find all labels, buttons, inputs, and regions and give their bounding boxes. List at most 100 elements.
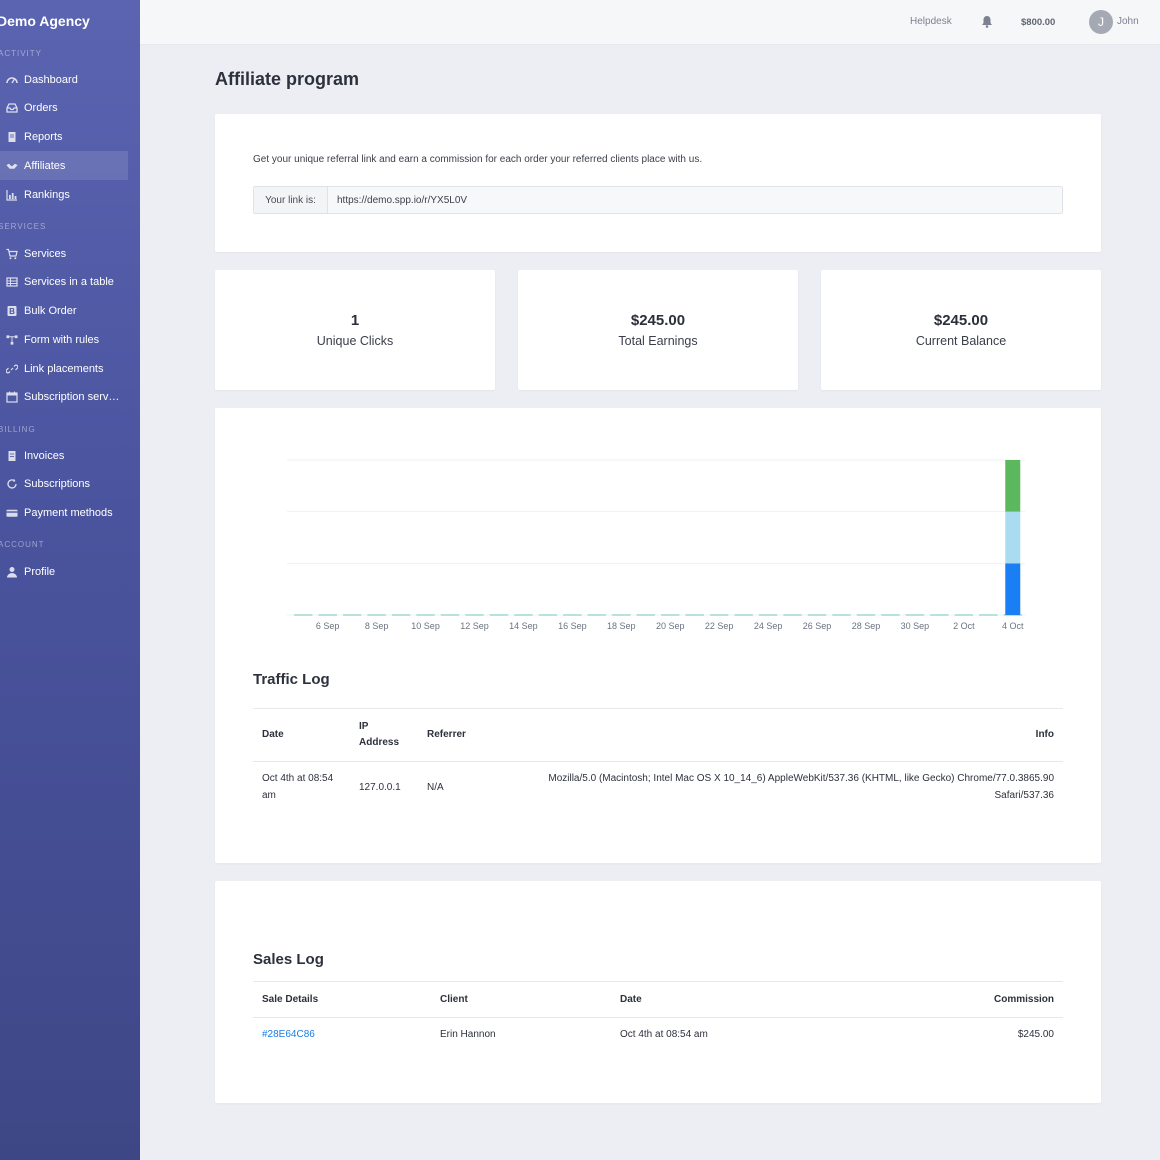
account-balance[interactable]: $800.00 xyxy=(1021,17,1055,28)
affiliate-chart: 6 Sep 8 Sep 10 Sep 12 Sep 14 Sep 16 Sep 18 Sep… xyxy=(287,459,1025,631)
chart-tick-label: 12 Sep xyxy=(460,621,489,631)
handshake-icon xyxy=(6,160,18,172)
sidebar-item-affiliates[interactable]: Affiliates xyxy=(0,151,128,180)
chart-tick-label: 28 Sep xyxy=(852,621,881,631)
helpdesk-link[interactable]: Helpdesk xyxy=(910,16,952,27)
col-client: Client xyxy=(440,993,468,1005)
flow-icon xyxy=(6,334,18,346)
col-ip-line2: Address xyxy=(359,736,400,748)
stat-label: Current Balance xyxy=(915,334,1007,348)
chart-tick-label: 26 Sep xyxy=(803,621,832,631)
sales-header-row: Sale Details Client Date Commission xyxy=(253,982,1063,1017)
traffic-table: Date IP Address Referrer Info Oct 4th at… xyxy=(253,709,1063,813)
referral-link-group: Your link is: xyxy=(253,186,1063,214)
sidebar-item-label: Payment methods xyxy=(24,506,113,519)
traffic-info: Mozilla/5.0 (Macintosh; Intel Mac OS X 1… xyxy=(497,761,1063,813)
traffic-ip: 127.0.0.1 xyxy=(359,781,401,793)
chart-tick-label: 14 Sep xyxy=(509,621,538,631)
chart-bar xyxy=(1005,511,1021,564)
chart-tick-label: 30 Sep xyxy=(901,621,930,631)
referral-link-label: Your link is: xyxy=(254,187,328,213)
col-info: Info xyxy=(1035,729,1054,741)
sidebar-item-label: Affiliates xyxy=(24,159,66,172)
stat-card-total-earnings: $245.00 Total Earnings xyxy=(518,270,798,390)
inbox-icon xyxy=(6,102,18,114)
chart-bar xyxy=(1005,460,1021,512)
chart-tick-label: 20 Sep xyxy=(656,621,685,631)
sidebar-item-label: Link placements xyxy=(24,362,104,375)
sidebar-item-label: Reports xyxy=(24,130,63,143)
stat-label: Unique Clicks xyxy=(316,334,394,348)
stat-value: 1 xyxy=(350,312,360,329)
sidebar-item-label: Form with rules xyxy=(24,333,100,346)
traffic-date: Oct 4th at 08:54 am xyxy=(253,761,359,813)
sidebar-item-profile[interactable]: Profile xyxy=(0,557,128,586)
sidebar-item-services[interactable]: Services xyxy=(0,239,128,268)
sale-id-link[interactable]: #28E64C86 xyxy=(262,1029,315,1040)
refresh-icon xyxy=(6,478,18,490)
sidebar-item-label: Subscription serv… xyxy=(24,390,120,403)
sales-table: Sale Details Client Date Commission #28E… xyxy=(253,982,1063,1052)
col-commission: Commission xyxy=(993,993,1054,1005)
col-sale-details: Sale Details xyxy=(262,993,319,1005)
referral-card: Get your unique referral link and earn a… xyxy=(215,114,1101,252)
svg-text:B: B xyxy=(9,307,15,316)
sidebar-item-services-table[interactable]: Services in a table xyxy=(0,267,128,296)
sidebar-item-form-rules[interactable]: Form with rules xyxy=(0,325,128,354)
sidebar-item-payment-methods[interactable]: Payment methods xyxy=(0,498,128,527)
sidebar-item-orders[interactable]: Orders xyxy=(0,93,128,122)
traffic-date-line2: am xyxy=(262,790,276,802)
sidebar-item-subscriptions[interactable]: Subscriptions xyxy=(0,469,128,498)
user-name[interactable]: John xyxy=(1117,16,1139,27)
stat-value: $245.00 xyxy=(933,312,989,329)
sidebar-item-rankings[interactable]: Rankings xyxy=(0,180,128,209)
table-row: #28E64C86 Erin Hannon Oct 4th at 08:54 a… xyxy=(253,1017,1063,1052)
stat-value: $245.00 xyxy=(630,312,686,329)
col-ip: IP Address xyxy=(359,709,427,761)
sidebar-item-dashboard[interactable]: Dashboard xyxy=(0,65,128,94)
sidebar-section-account: ACCOUNT xyxy=(0,540,45,549)
referral-link-input[interactable] xyxy=(328,187,1062,213)
sales-card: Sales Log Sale Details Client Date Commi… xyxy=(215,881,1101,1103)
dashboard-icon xyxy=(6,74,18,86)
sidebar-item-label: Services in a table xyxy=(24,275,114,288)
sidebar-section-billing: BILLING xyxy=(0,425,36,434)
sidebar-item-link-placements[interactable]: Link placements xyxy=(0,354,128,383)
table-icon xyxy=(6,276,18,288)
bar-chart-icon xyxy=(6,189,18,201)
sidebar-item-invoices[interactable]: Invoices xyxy=(0,441,128,470)
link-icon xyxy=(6,363,18,375)
chart-tick-label: 4 Oct xyxy=(1002,621,1024,631)
col-date: Date xyxy=(262,729,284,741)
sidebar-section-activity: ACTIVITY xyxy=(0,49,43,58)
sale-date: Oct 4th at 08:54 am xyxy=(620,1029,708,1041)
sidebar-item-label: Subscriptions xyxy=(24,477,91,490)
sidebar-item-reports[interactable]: Reports xyxy=(0,122,128,151)
stat-card-unique-clicks: 1 Unique Clicks xyxy=(215,270,495,390)
brand-name[interactable]: Demo Agency xyxy=(0,13,90,29)
sidebar-item-label: Profile xyxy=(24,565,56,578)
sidebar: Demo Agency ACTIVITY Dashboard Orders Re… xyxy=(0,0,140,1160)
traffic-date-line1: Oct 4th at 08:54 xyxy=(262,773,334,785)
sidebar-item-bulk-order[interactable]: B Bulk Order xyxy=(0,296,128,325)
sidebar-item-label: Invoices xyxy=(24,449,65,462)
traffic-header-row: Date IP Address Referrer Info xyxy=(253,709,1063,761)
referral-intro: Get your unique referral link and earn a… xyxy=(253,154,703,165)
avatar[interactable]: J xyxy=(1089,10,1113,34)
sidebar-item-label: Orders xyxy=(24,101,58,114)
col-referrer: Referrer xyxy=(427,729,466,741)
chart-tick-label: 22 Sep xyxy=(705,621,734,631)
sale-commission: $245.00 xyxy=(1017,1029,1054,1041)
stat-label: Total Earnings xyxy=(618,334,698,348)
stat-card-current-balance: $245.00 Current Balance xyxy=(821,270,1101,390)
bell-icon[interactable] xyxy=(981,15,993,28)
sidebar-item-label: Bulk Order xyxy=(24,304,77,317)
cart-icon xyxy=(6,248,18,260)
sale-client: Erin Hannon xyxy=(440,1029,496,1041)
sidebar-item-label: Services xyxy=(24,247,67,260)
sales-log-title: Sales Log xyxy=(253,951,324,968)
invoice-icon xyxy=(6,450,18,462)
sidebar-item-subscription-services[interactable]: Subscription serv… xyxy=(0,382,128,411)
document-icon xyxy=(6,131,18,143)
chart-tick-label: 6 Sep xyxy=(316,621,340,631)
